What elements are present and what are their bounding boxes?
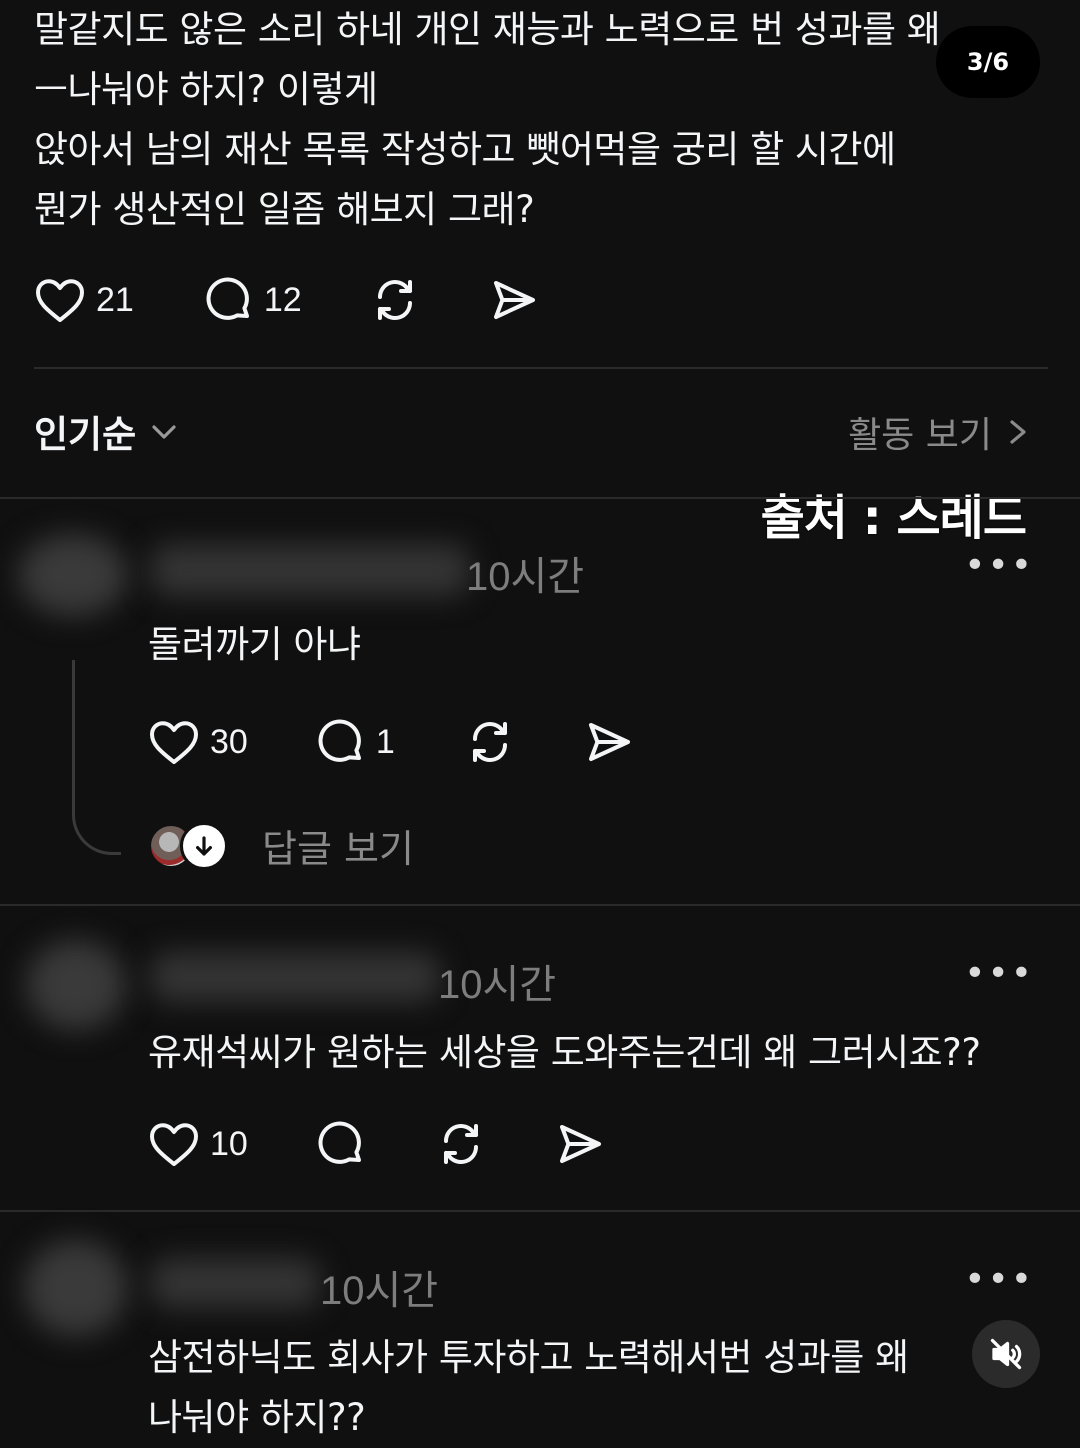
chevron-right-icon: [1010, 420, 1026, 444]
comment-time: 10시간: [466, 555, 585, 599]
post-divider: [34, 367, 1048, 369]
post-line: 뭔가 생산적인 일좀 해보지 그래?: [34, 188, 535, 231]
post-line: 앉아서 남의 재산 목록 작성하고 뺏어먹을 궁리 할 시간에: [34, 128, 896, 171]
share-icon: [559, 1125, 601, 1163]
heart-icon: [150, 721, 198, 764]
comment-line: 삼전하닉도 회사가 투자하고 노력해서번 성과를 왜: [148, 1336, 909, 1379]
comment-action-bar: 10: [148, 1114, 604, 1174]
avatar[interactable]: [24, 1240, 128, 1336]
view-activity-label: 활동 보기: [848, 415, 992, 456]
like-button[interactable]: 10: [148, 1120, 248, 1168]
source-watermark: 출처 : 스레드: [760, 490, 1027, 546]
view-replies-label: 답글 보기: [262, 827, 414, 871]
sort-dropdown[interactable]: 인기순: [34, 404, 180, 458]
comment-button[interactable]: 1: [316, 717, 395, 767]
post-body: 말같지도 않은 소리 하네 개인 재능과 노력으로 번 성과를 왜 ㅡ나눠야 하…: [34, 0, 1024, 240]
repost-button[interactable]: [436, 1119, 486, 1169]
comment-line: 나눠야 하지??: [148, 1396, 366, 1439]
username[interactable]: [150, 952, 440, 1002]
comment-count: 1: [375, 722, 395, 761]
like-count: 30: [210, 722, 248, 761]
like-count: 21: [96, 280, 134, 319]
like-count: 10: [210, 1124, 248, 1163]
comment-divider: [0, 904, 1080, 906]
share-button[interactable]: [490, 276, 538, 324]
repost-button[interactable]: [465, 717, 515, 767]
share-button[interactable]: [556, 1120, 604, 1168]
more-options-button[interactable]: •••: [964, 548, 1034, 584]
comment-divider: [0, 1210, 1080, 1212]
more-options-button[interactable]: •••: [964, 1262, 1034, 1298]
like-button[interactable]: 21: [34, 276, 134, 324]
comment-button[interactable]: 12: [204, 275, 302, 325]
sort-label: 인기순: [34, 413, 137, 456]
comment-icon: [206, 277, 249, 320]
thread-line: [72, 660, 121, 855]
share-icon: [588, 723, 630, 761]
repost-icon: [472, 722, 507, 762]
like-button[interactable]: 30: [148, 718, 248, 766]
share-icon: [493, 281, 535, 319]
username[interactable]: [150, 544, 470, 596]
avatar[interactable]: [26, 940, 126, 1030]
section-divider: [0, 497, 1080, 499]
comment-action-bar: 30 1: [148, 712, 633, 772]
comment-icon: [318, 719, 361, 762]
view-activity-link[interactable]: 활동 보기: [848, 406, 1032, 458]
share-button[interactable]: [585, 718, 633, 766]
heart-icon: [150, 1123, 198, 1166]
comment-text: 유재석씨가 원하는 세상을 도와주는건데 왜 그러시죠??: [148, 1031, 981, 1074]
speaker-muted-icon: [990, 1338, 1022, 1370]
username[interactable]: [150, 1258, 320, 1308]
repost-icon: [377, 280, 412, 320]
heart-icon: [36, 279, 84, 322]
mute-button[interactable]: [972, 1320, 1040, 1388]
arrow-down-icon: [180, 821, 228, 870]
comment-icon: [318, 1121, 361, 1164]
comment-time: 10시간: [320, 1269, 439, 1313]
comment-text: 삼전하닉도 회사가 투자하고 노력해서번 성과를 왜 나눠야 하지??: [148, 1328, 909, 1448]
post-action-bar: 21 12: [34, 270, 538, 330]
avatar[interactable]: [18, 534, 128, 616]
page-indicator-badge: 3/6: [936, 26, 1040, 98]
chevron-down-icon: [152, 425, 176, 439]
more-options-button[interactable]: •••: [964, 956, 1034, 992]
comment-time: 10시간: [438, 963, 557, 1007]
repost-button[interactable]: [370, 275, 420, 325]
comment-button[interactable]: [316, 1119, 366, 1169]
view-replies-button[interactable]: 답글 보기: [148, 818, 414, 873]
comment-count: 12: [263, 280, 302, 319]
comment-text: 돌려까기 아냐: [148, 623, 361, 666]
post-line: ㅡ나눠야 하지? 이렇게: [34, 68, 378, 111]
repost-icon: [443, 1124, 478, 1164]
post-line: 말같지도 않은 소리 하네 개인 재능과 노력으로 번 성과를 왜: [34, 8, 941, 51]
